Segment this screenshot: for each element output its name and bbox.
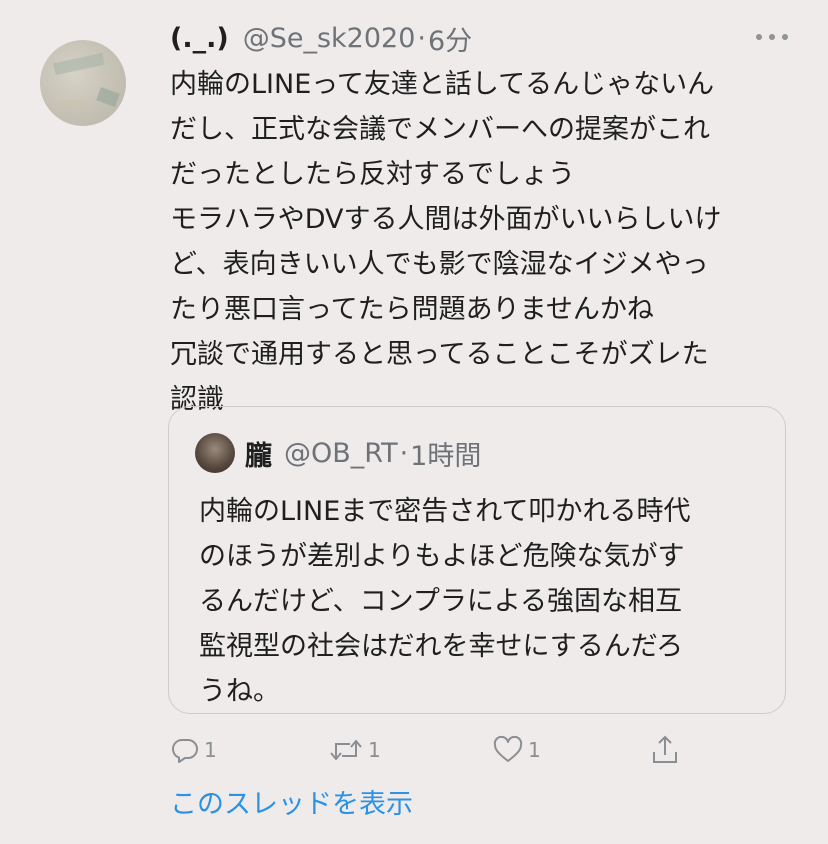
retweet-icon [330, 739, 362, 761]
reply-icon [171, 738, 198, 763]
quoted-body-line: うね。 [199, 676, 280, 707]
quoted-tweet-header: 朧 @OB_RT · 1時間 [195, 431, 481, 475]
quoted-author-handle: @OB_RT [284, 437, 398, 469]
tweet-body-line: 内輪のLINEって友達と話してるんじゃないん [170, 69, 715, 100]
more-options-icon[interactable] [756, 22, 788, 52]
quoted-body-line: るんだけど、コンプラによる強固な相互 [199, 586, 683, 617]
author-handle[interactable]: @Se_sk2020 [243, 23, 416, 54]
tweet-body-line: だし、正式な会議でメンバーへの提案がこれ [170, 114, 710, 145]
tweet-header: (._.) @Se_sk2020 · 6分 [170, 19, 472, 58]
separator-dot: · [399, 437, 409, 469]
show-thread-link[interactable]: このスレッドを表示 [170, 782, 413, 821]
like-button[interactable]: 1 [492, 730, 541, 770]
tweet-card[interactable]: (._.) @Se_sk2020 · 6分 内輪のLINEって友達と話してるんじ… [0, 0, 828, 844]
tweet-body-line: 冗談で通用すると思ってることこそがズレた [170, 339, 709, 370]
author-display-name[interactable]: (._.) [170, 23, 229, 54]
quoted-tweet[interactable]: 朧 @OB_RT · 1時間 内輪のLINEまで密告されて叩かれる時代 のほうが… [168, 406, 786, 714]
retweet-button[interactable]: 1 [328, 730, 381, 770]
tweet-body: 内輪のLINEって友達と話してるんじゃないん だし、正式な会議でメンバーへの提案… [170, 62, 800, 422]
like-count: 1 [528, 738, 541, 762]
tweet-body-line: だったとしたら反対するでしょう [170, 159, 575, 190]
share-button[interactable] [650, 730, 680, 770]
quoted-body-line: 内輪のLINEまで密告されて叩かれる時代 [199, 496, 691, 527]
reply-count: 1 [204, 738, 217, 762]
quoted-author-avatar [195, 433, 235, 473]
quoted-author-display-name: 朧 [245, 440, 272, 472]
action-bar: 1 1 1 [168, 730, 808, 770]
tweet-body-line: モラハラやDVする人間は外面がいいらしいけ [170, 204, 722, 235]
quoted-tweet-body: 内輪のLINEまで密告されて叩かれる時代 のほうが差別よりもよほど危険な気がす … [199, 489, 769, 714]
quoted-body-line: 監視型の社会はだれを幸せにするんだろ [199, 631, 684, 662]
quoted-tweet-timestamp: 1時間 [410, 440, 482, 472]
tweet-body-line: たり悪口言ってたら問題ありませんかね [170, 294, 654, 325]
reply-button[interactable]: 1 [170, 730, 217, 770]
quoted-body-line: のほうが差別よりもよほど危険な気がす [199, 541, 685, 572]
tweet-body-line: ど、表向きいい人でも影で陰湿なイジメやっ [170, 249, 709, 280]
author-avatar[interactable] [40, 40, 126, 126]
share-icon [653, 735, 677, 763]
retweet-count: 1 [368, 738, 381, 762]
like-icon [493, 735, 523, 762]
tweet-timestamp[interactable]: 6分 [428, 19, 472, 58]
separator-dot: · [417, 22, 426, 54]
